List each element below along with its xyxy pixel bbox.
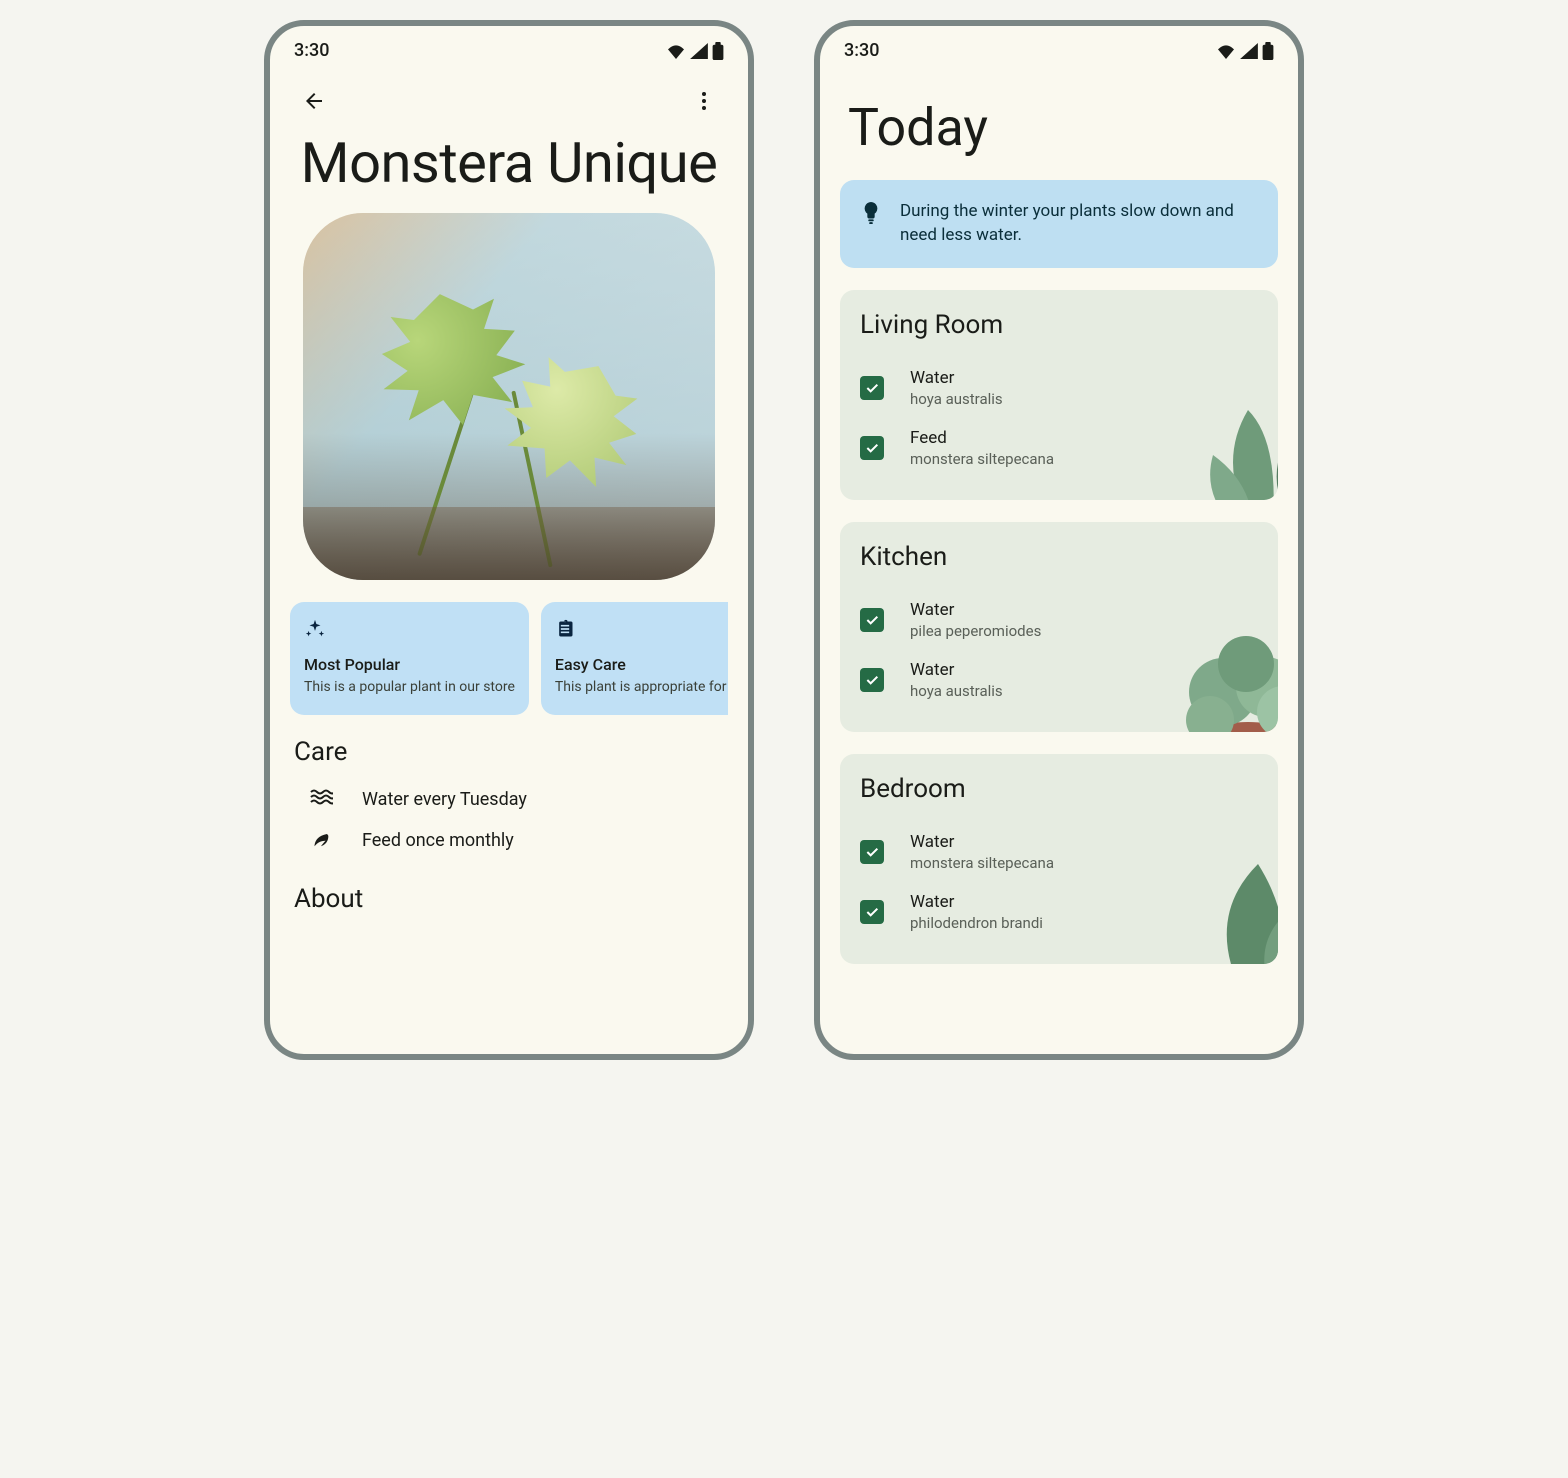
status-time: 3:30 xyxy=(294,40,329,61)
task-row[interactable]: Water hoya australis xyxy=(860,650,1258,710)
plant-title: Monstera Unique xyxy=(290,133,728,195)
wifi-icon xyxy=(666,43,686,59)
task-plant: monstera siltepecana xyxy=(910,450,1054,468)
wifi-icon xyxy=(1216,43,1236,59)
task-checkbox[interactable] xyxy=(860,840,884,864)
room-title: Kitchen xyxy=(860,542,1258,572)
sparkle-icon xyxy=(304,618,515,645)
status-icons xyxy=(1216,42,1274,60)
status-bar: 3:30 xyxy=(270,26,748,69)
feature-chip-popular[interactable]: Most Popular This is a popular plant in … xyxy=(290,602,529,715)
care-item-feed: Feed once monthly xyxy=(290,819,728,862)
task-row[interactable]: Water philodendron brandi xyxy=(860,882,1258,942)
task-row[interactable]: Feed monstera siltepecana xyxy=(860,418,1258,478)
task-row[interactable]: Water hoya australis xyxy=(860,358,1258,418)
task-checkbox[interactable] xyxy=(860,376,884,400)
task-checkbox[interactable] xyxy=(860,436,884,460)
signal-icon xyxy=(1240,43,1258,59)
task-action: Water xyxy=(910,832,1054,852)
task-plant: pilea peperomiodes xyxy=(910,622,1041,640)
tip-text: During the winter your plants slow down … xyxy=(900,200,1258,248)
lightbulb-icon xyxy=(860,200,882,230)
task-action: Water xyxy=(910,892,1043,912)
chip-title: Easy Care xyxy=(555,655,728,674)
task-checkbox[interactable] xyxy=(860,900,884,924)
back-button[interactable] xyxy=(294,81,334,121)
phone-today: 3:30 Today During the winter your plants… xyxy=(814,20,1304,1060)
care-item-text: Feed once monthly xyxy=(362,830,514,851)
room-card-kitchen: Kitchen Water pilea peperomiodes Water h… xyxy=(840,522,1278,732)
room-title: Bedroom xyxy=(860,774,1258,804)
feature-chip-row[interactable]: Most Popular This is a popular plant in … xyxy=(290,602,728,715)
care-item-text: Water every Tuesday xyxy=(362,789,527,810)
today-title: Today xyxy=(848,97,1278,158)
task-action: Feed xyxy=(910,428,1054,448)
signal-icon xyxy=(690,43,708,59)
more-vert-icon xyxy=(692,89,716,113)
arrow-back-icon xyxy=(302,89,326,113)
task-plant: philodendron brandi xyxy=(910,914,1043,932)
care-item-water: Water every Tuesday xyxy=(290,779,728,819)
status-bar: 3:30 xyxy=(820,26,1298,69)
task-action: Water xyxy=(910,368,1003,388)
task-checkbox[interactable] xyxy=(860,608,884,632)
room-title: Living Room xyxy=(860,310,1258,340)
chip-title: Most Popular xyxy=(304,655,515,674)
task-checkbox[interactable] xyxy=(860,668,884,692)
task-row[interactable]: Water pilea peperomiodes xyxy=(860,590,1258,650)
phone-plant-detail: 3:30 Monstera Unique xyxy=(264,20,754,1060)
task-plant: hoya australis xyxy=(910,390,1003,408)
feature-chip-easy-care[interactable]: Easy Care This plant is appropriate for … xyxy=(541,602,728,715)
leaf-icon xyxy=(308,827,334,854)
top-app-bar xyxy=(270,69,748,127)
task-row[interactable]: Water monstera siltepecana xyxy=(860,822,1258,882)
waves-icon xyxy=(308,787,334,811)
room-card-bedroom: Bedroom Water monstera siltepecana Water… xyxy=(840,754,1278,964)
about-heading: About xyxy=(294,884,728,914)
task-plant: monstera siltepecana xyxy=(910,854,1054,872)
tip-card: During the winter your plants slow down … xyxy=(840,180,1278,268)
room-card-living-room: Living Room Water hoya australis Feed mo… xyxy=(840,290,1278,500)
more-button[interactable] xyxy=(684,81,724,121)
task-action: Water xyxy=(910,660,1003,680)
chip-desc: This is a popular plant in our store xyxy=(304,678,515,697)
chip-desc: This plant is appropriate for beginners xyxy=(555,678,728,697)
status-time: 3:30 xyxy=(844,40,879,61)
status-icons xyxy=(666,42,724,60)
task-action: Water xyxy=(910,600,1041,620)
clipboard-icon xyxy=(555,618,728,645)
battery-icon xyxy=(1262,42,1274,60)
plant-hero-image xyxy=(303,213,715,581)
task-plant: hoya australis xyxy=(910,682,1003,700)
battery-icon xyxy=(712,42,724,60)
care-heading: Care xyxy=(294,737,728,767)
